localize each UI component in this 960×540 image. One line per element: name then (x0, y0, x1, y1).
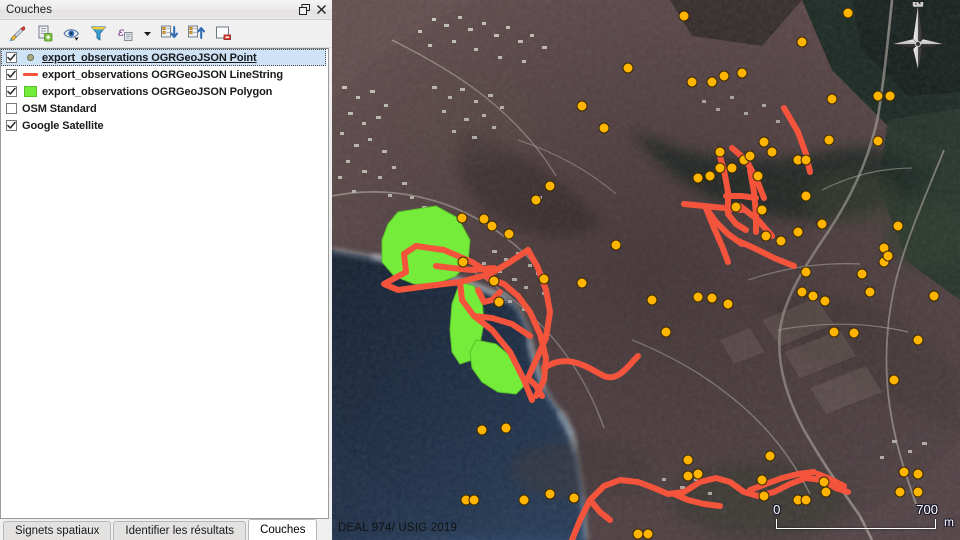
layer-name: export_observations OGRGeoJSON Point (42, 51, 257, 64)
scale-bar: 0 700 m (773, 502, 954, 532)
check-icon (7, 121, 16, 129)
expand-all-button[interactable] (156, 21, 182, 47)
panel-tab[interactable]: Couches (248, 519, 318, 540)
remove-layer-icon (215, 26, 231, 40)
layer-name: Google Satellite (22, 119, 104, 132)
close-icon (317, 5, 326, 14)
layer-name: export_observations OGRGeoJSON Polygon (42, 85, 273, 98)
compass-rose: N (891, 2, 945, 71)
float-panel-button[interactable] (296, 2, 313, 18)
filter-legend-by-expression-button[interactable]: ε (112, 21, 138, 47)
panel-title-text: Couches (6, 3, 53, 16)
scale-min-label: 0 (773, 502, 781, 517)
point-layer (456, 7, 940, 540)
collapse-all-button[interactable] (183, 21, 209, 47)
layer-row[interactable]: OSM Standard (1, 100, 328, 117)
remove-layer-button[interactable] (210, 21, 236, 47)
layers-panel: Couches ε export_observations OGRGeoJSON… (0, 0, 332, 540)
layer-visibility-checkbox[interactable] (6, 69, 17, 80)
eye-icon (62, 29, 79, 41)
add-group-button[interactable] (31, 21, 57, 47)
check-icon (7, 70, 16, 78)
chevron-down-icon (143, 32, 151, 36)
close-panel-button[interactable] (313, 2, 330, 18)
map-canvas[interactable]: N DEAL 974/ USIG 2019 0 700 m (332, 0, 960, 540)
check-icon (7, 53, 16, 61)
layers-panel-title-bar: Couches (0, 0, 332, 20)
layer-row[interactable]: export_observations OGRGeoJSON LineStrin… (1, 66, 328, 83)
qgis-window: Couches ε export_observations OGRGeoJSON… (0, 0, 960, 540)
collapse-all-icon (187, 25, 205, 39)
vector-layers (381, 7, 940, 540)
map-attribution: DEAL 974/ USIG 2019 (338, 522, 458, 534)
panel-tab[interactable]: Signets spatiaux (3, 521, 112, 540)
restore-icon (299, 4, 310, 15)
layer-visibility-checkbox[interactable] (6, 120, 17, 131)
compass-north-label: N (915, 2, 922, 6)
check-icon (7, 87, 16, 95)
layer-tree[interactable]: export_observations OGRGeoJSON Point expo… (0, 48, 329, 519)
funnel-icon (90, 26, 106, 41)
expression-dropdown-arrow[interactable] (139, 21, 155, 47)
manage-layer-visibility-button[interactable] (58, 21, 84, 47)
panel-tab[interactable]: Identifier les résultats (113, 521, 247, 540)
expression-icon: ε (118, 25, 132, 41)
scale-max-label: 700 (916, 502, 938, 517)
layers-panel-toolbar: ε (0, 20, 332, 48)
layer-name: OSM Standard (22, 102, 97, 115)
layer-row[interactable]: export_observations OGRGeoJSON Point (1, 49, 326, 66)
layer-row[interactable]: export_observations OGRGeoJSON Polygon (1, 83, 328, 100)
layer-row[interactable]: Google Satellite (1, 117, 328, 134)
line-symbol-icon (22, 68, 39, 81)
filter-legend-button[interactable] (85, 21, 111, 47)
svg-text:ε: ε (118, 25, 124, 39)
polygon-symbol-icon (22, 85, 39, 98)
scale-bar-graphic (776, 519, 936, 529)
layer-visibility-checkbox[interactable] (6, 86, 17, 97)
point-symbol-icon (22, 51, 39, 64)
layer-name: export_observations OGRGeoJSON LineStrin… (42, 68, 284, 81)
add-group-icon (38, 25, 52, 42)
paintbrush-icon (9, 26, 25, 42)
expand-all-icon (160, 25, 178, 38)
layer-visibility-checkbox[interactable] (6, 103, 17, 114)
scale-unit-label: m (944, 515, 954, 529)
panel-tab-bar: Signets spatiaux Identifier les résultats… (0, 519, 332, 540)
layer-visibility-checkbox[interactable] (6, 52, 17, 63)
open-layer-styling-panel-button[interactable] (4, 21, 30, 47)
